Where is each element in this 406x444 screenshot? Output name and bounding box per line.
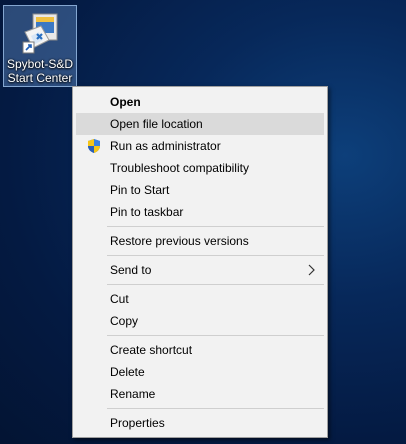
- menu-item-open[interactable]: Open: [76, 91, 324, 113]
- menu-item-copy[interactable]: Copy: [76, 310, 324, 332]
- menu-item-label: Send to: [110, 263, 152, 277]
- menu-item-label: Properties: [110, 416, 165, 430]
- menu-item-label: Copy: [110, 314, 139, 328]
- menu-item-troubleshoot-compatibility[interactable]: Troubleshoot compatibility: [76, 157, 324, 179]
- desktop-icon-spybot[interactable]: Spybot-S&D Start Center: [3, 5, 77, 87]
- menu-item-open-file-location[interactable]: Open file location: [76, 113, 324, 135]
- menu-item-label: Pin to Start: [110, 183, 170, 197]
- menu-item-label: Cut: [110, 292, 129, 306]
- menu-item-restore-previous-versions[interactable]: Restore previous versions: [76, 230, 324, 252]
- menu-item-delete[interactable]: Delete: [76, 361, 324, 383]
- menu-item-run-as-administrator[interactable]: Run as administrator: [76, 135, 324, 157]
- menu-item-label: Open file location: [110, 117, 203, 131]
- menu-item-label: Pin to taskbar: [110, 205, 184, 219]
- menu-item-pin-to-start[interactable]: Pin to Start: [76, 179, 324, 201]
- uac-shield-icon: [86, 138, 102, 154]
- menu-item-cut[interactable]: Cut: [76, 288, 324, 310]
- menu-item-label: Troubleshoot compatibility: [110, 161, 249, 175]
- menu-item-label: Open: [110, 95, 141, 109]
- menu-item-properties[interactable]: Properties: [76, 412, 324, 434]
- menu-item-label: Create shortcut: [110, 343, 193, 357]
- menu-item-rename[interactable]: Rename: [76, 383, 324, 405]
- menu-item-label: Rename: [110, 387, 156, 401]
- context-menu: Open Open file location Run as administr…: [72, 86, 328, 438]
- menu-separator: [107, 335, 324, 336]
- menu-item-send-to[interactable]: Send to: [76, 259, 324, 281]
- menu-separator: [107, 284, 324, 285]
- menu-item-label: Delete: [110, 365, 145, 379]
- menu-separator: [107, 408, 324, 409]
- menu-item-create-shortcut[interactable]: Create shortcut: [76, 339, 324, 361]
- menu-separator: [107, 255, 324, 256]
- spybot-app-icon: [19, 12, 61, 54]
- menu-separator: [107, 226, 324, 227]
- menu-item-pin-to-taskbar[interactable]: Pin to taskbar: [76, 201, 324, 223]
- chevron-right-icon: [308, 259, 316, 287]
- desktop-icon-label: Spybot-S&D Start Center: [6, 57, 74, 85]
- menu-item-label: Restore previous versions: [110, 234, 249, 248]
- menu-item-label: Run as administrator: [110, 139, 221, 153]
